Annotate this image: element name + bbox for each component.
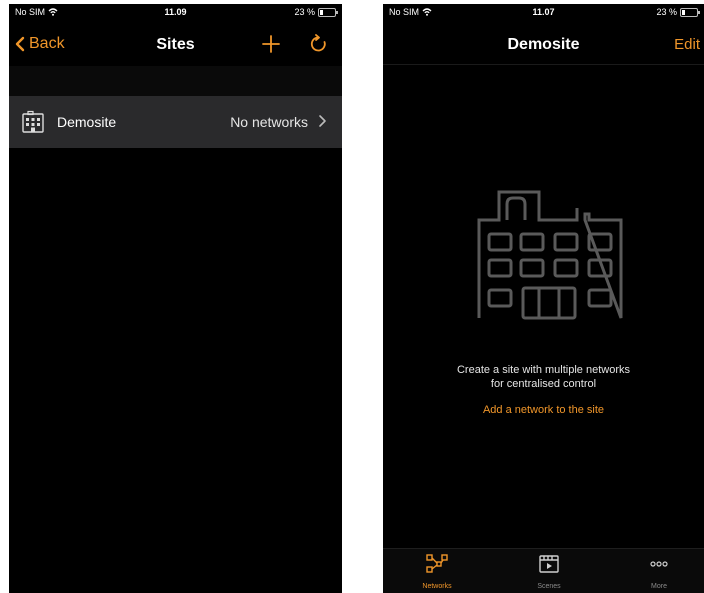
empty-line-1: Create a site with multiple networks bbox=[456, 364, 630, 376]
nav-bar: Demosite Edit bbox=[383, 26, 704, 66]
building-illustration-icon bbox=[477, 190, 623, 320]
site-name: Demosite bbox=[57, 114, 117, 130]
site-detail: No networks bbox=[230, 114, 308, 130]
status-bar: No SIM 11.07 23 % bbox=[383, 4, 704, 20]
tab-networks-label: Networks bbox=[422, 583, 452, 590]
site-row-demosite[interactable]: Demosite No networks bbox=[9, 96, 342, 148]
page-title: Demosite bbox=[507, 36, 580, 53]
status-bar: No SIM 11.09 23 % bbox=[9, 4, 342, 20]
tab-more[interactable]: More bbox=[624, 553, 694, 590]
battery-percent: 23 % bbox=[656, 7, 677, 17]
battery-icon bbox=[318, 7, 338, 17]
tab-more-label: More bbox=[651, 583, 667, 590]
battery-icon bbox=[680, 7, 700, 17]
scenes-icon bbox=[539, 555, 559, 573]
building-icon bbox=[22, 110, 44, 133]
add-network-link[interactable]: Add a network to the site bbox=[383, 404, 704, 416]
chevron-right-icon bbox=[319, 115, 326, 127]
list-header-spacer bbox=[9, 66, 342, 96]
network-icon bbox=[426, 554, 448, 573]
tab-bar: Networks Scenes More bbox=[383, 548, 704, 593]
plus-icon bbox=[262, 35, 280, 53]
divider bbox=[383, 64, 704, 65]
battery-percent: 23 % bbox=[294, 7, 315, 17]
page-title: Sites bbox=[156, 36, 195, 53]
tab-scenes-label: Scenes bbox=[537, 583, 561, 590]
battery-group: 23 % bbox=[294, 7, 338, 17]
tab-scenes[interactable]: Scenes bbox=[514, 553, 584, 590]
tab-networks[interactable]: Networks bbox=[402, 553, 472, 590]
site-detail-screen: No SIM 11.07 23 % Demosite Edit Create a… bbox=[383, 4, 704, 593]
edit-button[interactable]: Edit bbox=[674, 36, 700, 53]
add-site-button[interactable] bbox=[259, 32, 283, 56]
battery-group: 23 % bbox=[656, 7, 700, 17]
refresh-icon bbox=[310, 34, 326, 52]
sites-screen: No SIM 11.09 23 % Back Sites Demosite No… bbox=[9, 4, 342, 593]
empty-line-2: for centralised control bbox=[490, 378, 597, 390]
empty-state-message: Create a site with multiple networks for… bbox=[383, 363, 704, 391]
more-icon bbox=[650, 561, 668, 567]
refresh-button[interactable] bbox=[307, 32, 331, 56]
status-time: 11.09 bbox=[164, 7, 187, 17]
nav-bar: Back Sites bbox=[9, 26, 342, 66]
